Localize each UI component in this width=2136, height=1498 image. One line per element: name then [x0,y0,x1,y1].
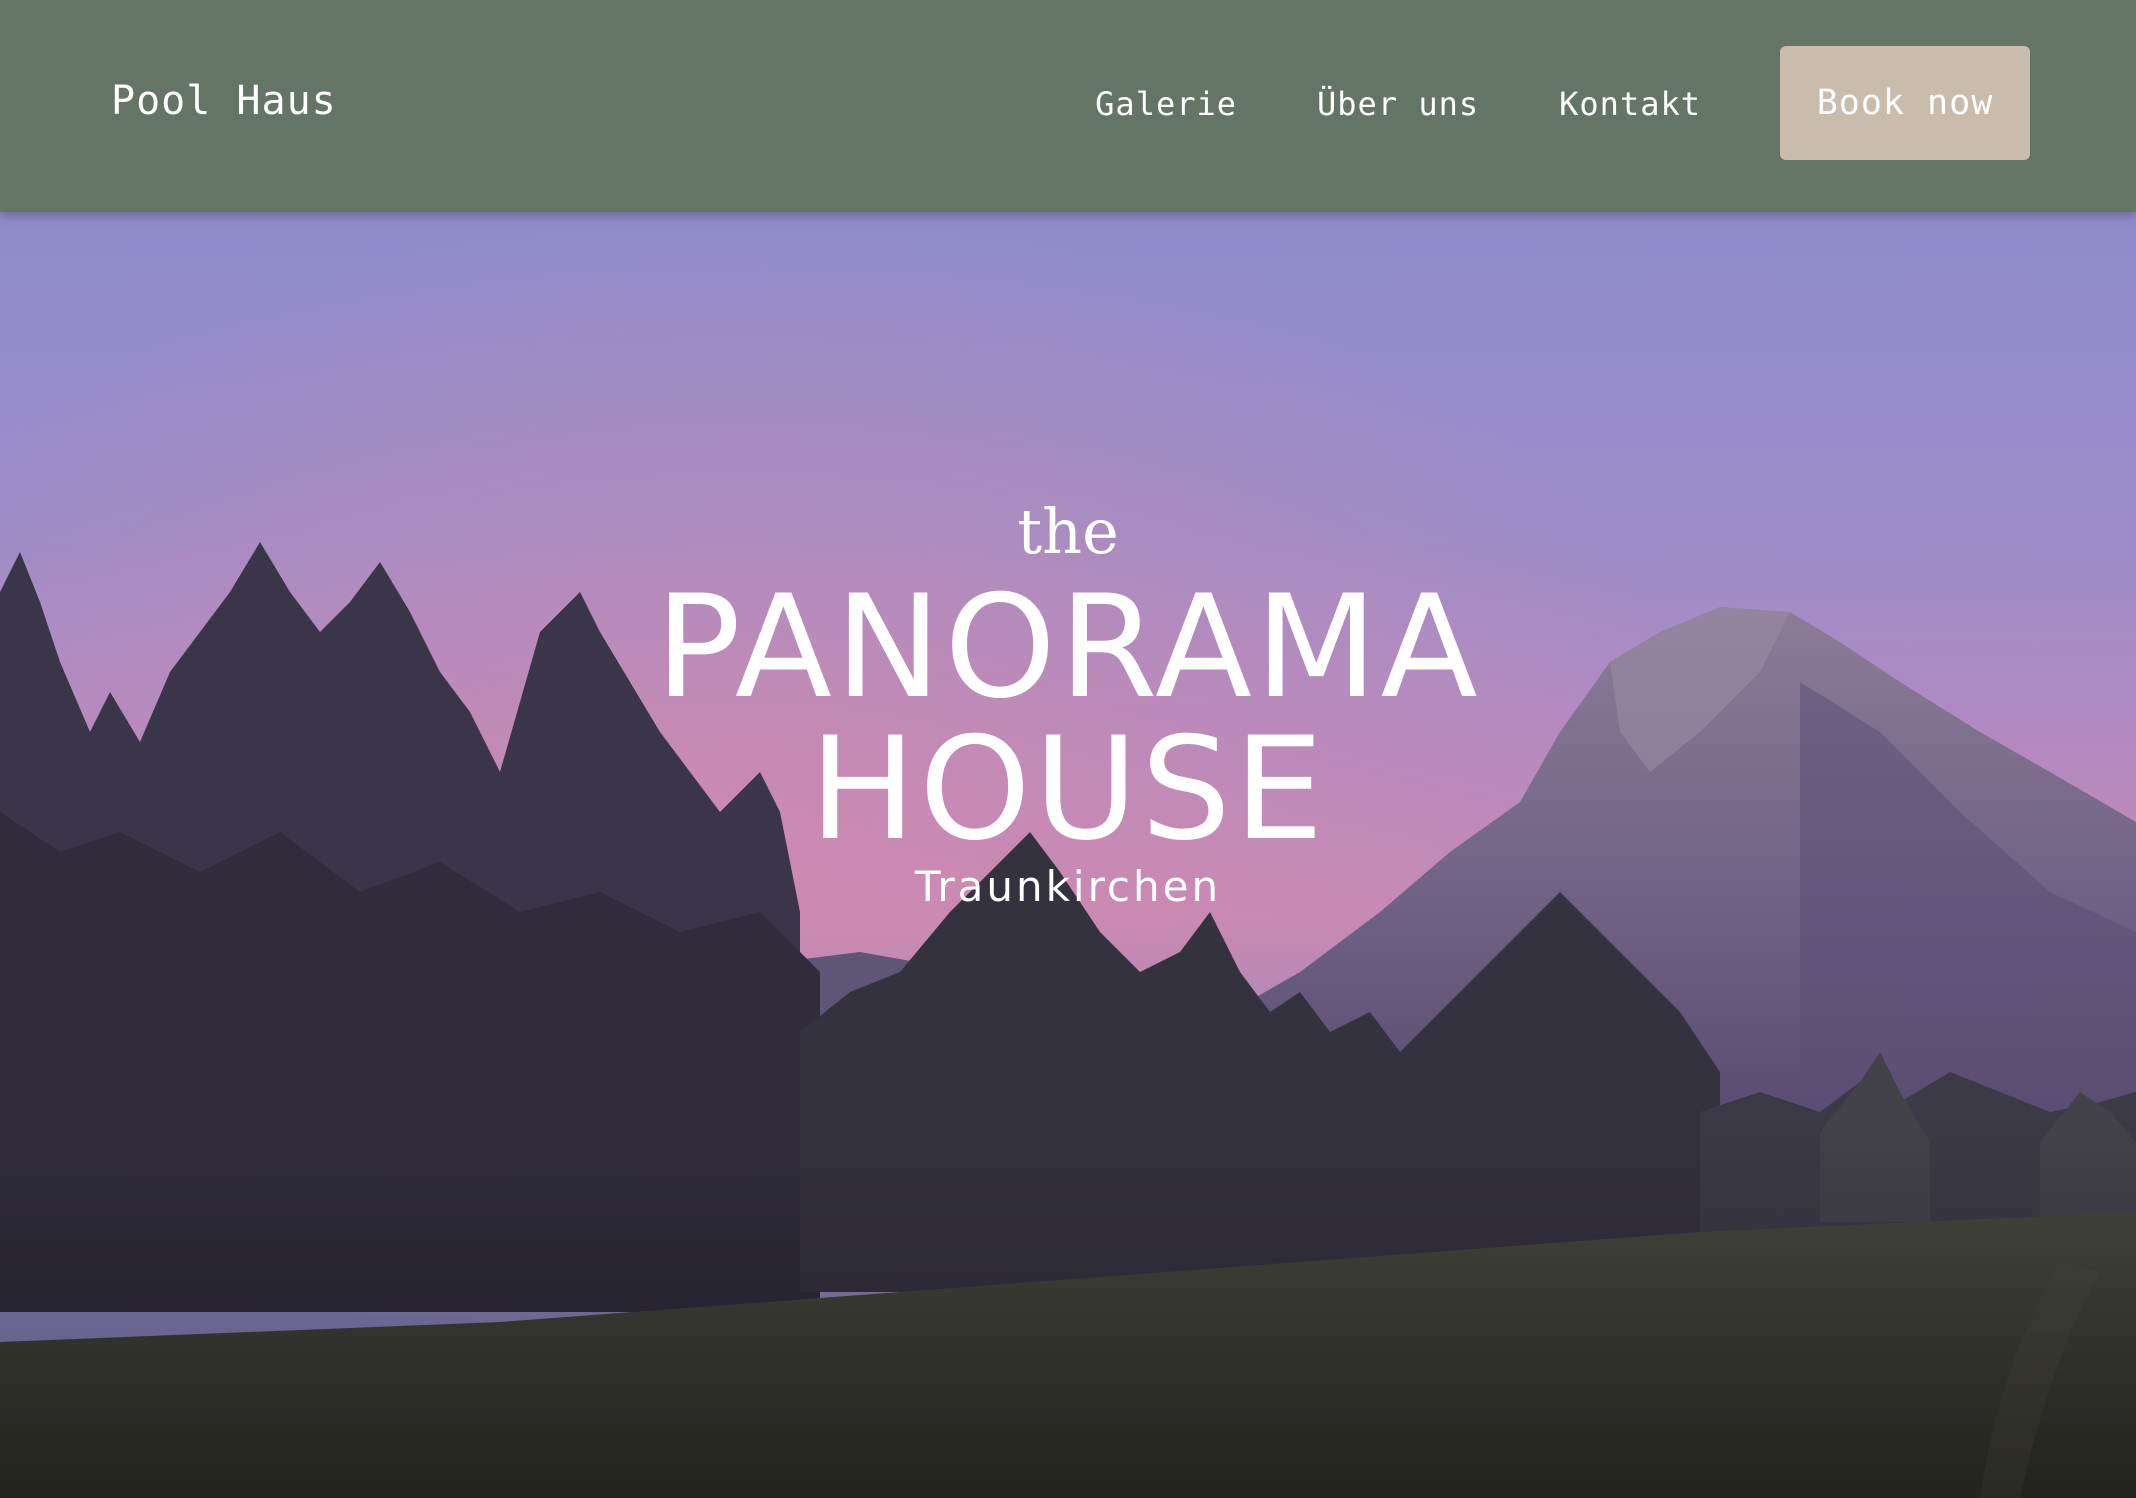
brand-logo-text[interactable]: Pool Haus [111,78,337,124]
hero-title: PANORAMA HOUSE [0,577,2136,861]
nav-link-galerie[interactable]: Galerie [1095,85,1237,123]
hero-title-line-1: PANORAMA [655,565,1481,730]
hero-section: the PANORAMA HOUSE Traunkirchen [0,212,2136,1498]
hero-subtitle: Traunkirchen [914,862,1222,911]
site-header: Pool Haus Galerie Über uns Kontakt Book … [0,0,2136,212]
nav-link-kontakt[interactable]: Kontakt [1559,85,1701,123]
hero-title-line-2: HOUSE [809,707,1327,872]
hero-pre-title: the [1017,495,1119,568]
nav-link-ueber-uns[interactable]: Über uns [1317,85,1479,123]
book-now-button[interactable]: Book now [1780,46,2030,160]
main-nav: Galerie Über uns Kontakt [1095,85,1701,123]
page: Pool Haus Galerie Über uns Kontakt Book … [0,0,2136,1498]
